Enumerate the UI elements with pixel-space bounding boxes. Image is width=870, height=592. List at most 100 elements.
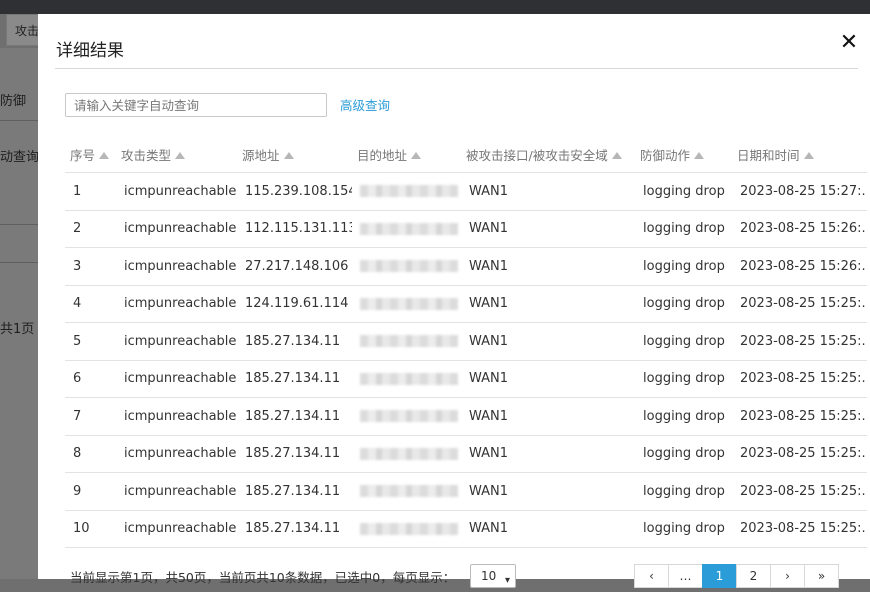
attacked-interface-cell: WAN1 [461, 359, 635, 398]
sort-icon [411, 151, 422, 159]
attacked-interface-cell: WAN1 [461, 322, 635, 360]
row-number-cell: 1 [65, 172, 116, 210]
destination-address-cell [352, 434, 461, 473]
source-address-cell: 27.217.148.106 [237, 247, 352, 285]
column-header[interactable]: 序号 [65, 136, 116, 173]
page-button[interactable]: ‹ [634, 564, 669, 588]
background-label-pages: 共1页 [0, 322, 35, 337]
defense-action-cell: logging drop [635, 434, 732, 473]
source-address-cell: 185.27.134.11 [237, 359, 352, 398]
date-time-cell: 2023-08-25 15:25:... [732, 359, 867, 398]
redacted-address [360, 410, 458, 423]
destination-address-cell [352, 209, 461, 248]
sort-icon [283, 151, 294, 159]
table-row[interactable]: 9 icmpunreachable 185.27.134.11 WAN1 logging… [65, 472, 867, 510]
column-header[interactable]: 防御动作 [635, 136, 732, 173]
page-button[interactable]: › [770, 564, 805, 588]
attack-type-cell: icmpunreachable [116, 209, 237, 248]
source-address-cell: 185.27.134.11 [237, 434, 352, 473]
table-row[interactable]: 10 icmpunreachable 185.27.134.11 WAN1 loggin… [65, 509, 867, 548]
date-time-cell: 2023-08-25 15:25:... [732, 509, 867, 548]
column-header-label: 被攻击接口/被攻击安全域 [466, 147, 608, 163]
source-address-cell: 185.27.134.11 [237, 472, 352, 510]
source-address-cell: 185.27.134.11 [237, 322, 352, 360]
destination-address-cell [352, 359, 461, 398]
page-size-select[interactable]: 10 ▾ [470, 564, 516, 588]
background-panel: 防御 动查询 共1页 [0, 48, 40, 579]
attacked-interface-cell: WAN1 [461, 209, 635, 248]
page-button[interactable]: 2 [736, 564, 771, 588]
background-divider [0, 262, 38, 263]
background-label-defense: 防御 [0, 94, 27, 109]
attacked-interface-cell: WAN1 [461, 434, 635, 473]
background-tab-label: 攻击 [15, 24, 40, 38]
table-row[interactable]: 4 icmpunreachable 124.119.61.114 WAN1 loggin… [65, 284, 867, 323]
attack-type-cell: icmpunreachable [116, 247, 237, 285]
title-divider [55, 68, 858, 69]
source-address-cell: 112.115.131.113 [237, 209, 352, 248]
date-time-cell: 2023-08-25 15:25:... [732, 284, 867, 323]
defense-action-cell: logging drop [635, 359, 732, 398]
source-address-cell: 185.27.134.11 [237, 397, 352, 435]
column-header[interactable]: 日期和时间 [732, 136, 867, 173]
destination-address-cell [352, 172, 461, 210]
page-button[interactable]: » [804, 564, 839, 588]
background-divider [0, 224, 38, 225]
destination-address-cell [352, 397, 461, 435]
column-header-label: 日期和时间 [737, 147, 800, 163]
row-number-cell: 6 [65, 359, 116, 398]
redacted-address [360, 222, 458, 235]
search-input[interactable] [65, 93, 327, 117]
redacted-address [360, 185, 458, 198]
detail-results-modal: 详细结果 ✕ 高级查询 序号 攻击类型 源地址 目的地址 被攻击接口/被攻击安全域 防御动… [38, 14, 870, 588]
redacted-address [360, 260, 458, 273]
column-header[interactable]: 目的地址 [352, 136, 461, 173]
pagination: ‹… 1 2 ›» [634, 564, 839, 588]
table-row[interactable]: 8 icmpunreachable 185.27.134.11 WAN1 logging… [65, 434, 867, 473]
defense-action-cell: logging drop [635, 172, 732, 210]
table-row[interactable]: 5 icmpunreachable 185.27.134.11 WAN1 logging… [65, 322, 867, 360]
defense-action-cell: logging drop [635, 509, 732, 548]
attack-type-cell: icmpunreachable [116, 509, 237, 548]
table-row[interactable]: 6 icmpunreachable 185.27.134.11 WAN1 logging… [65, 359, 867, 398]
page-button[interactable]: … [668, 564, 703, 588]
background-label-query: 动查询 [0, 150, 40, 165]
column-header[interactable]: 被攻击接口/被攻击安全域 [461, 136, 635, 173]
destination-address-cell [352, 472, 461, 510]
attacked-interface-cell: WAN1 [461, 284, 635, 323]
date-time-cell: 2023-08-25 15:26:... [732, 209, 867, 248]
sort-icon [175, 151, 186, 159]
destination-address-cell [352, 322, 461, 360]
redacted-address [360, 522, 458, 535]
row-number-cell: 9 [65, 472, 116, 510]
redacted-address [360, 335, 458, 348]
attacked-interface-cell: WAN1 [461, 172, 635, 210]
table-row[interactable]: 2 icmpunreachable 112.115.131.113 WAN1 loggi… [65, 209, 867, 248]
date-time-cell: 2023-08-25 15:26:... [732, 247, 867, 285]
column-header-label: 攻击类型 [121, 147, 172, 163]
column-header[interactable]: 源地址 [237, 136, 352, 173]
defense-action-cell: logging drop [635, 397, 732, 435]
background-topbar [0, 0, 870, 14]
date-time-cell: 2023-08-25 15:25:... [732, 472, 867, 510]
source-address-cell: 124.119.61.114 [237, 284, 352, 323]
attacked-interface-cell: WAN1 [461, 247, 635, 285]
table-header-row: 序号 攻击类型 源地址 目的地址 被攻击接口/被攻击安全域 防御动作 日期和时间 [65, 136, 867, 173]
attack-type-cell: icmpunreachable [116, 359, 237, 398]
page-button[interactable]: 1 [702, 564, 737, 588]
table-row[interactable]: 7 icmpunreachable 185.27.134.11 WAN1 logging… [65, 397, 867, 435]
source-address-cell: 185.27.134.11 [237, 509, 352, 548]
column-header[interactable]: 攻击类型 [116, 136, 237, 173]
row-number-cell: 2 [65, 209, 116, 248]
close-icon[interactable]: ✕ [838, 32, 860, 54]
advanced-search-link[interactable]: 高级查询 [340, 95, 390, 114]
pagination-summary: 当前显示第1页，共50页，当前页共10条数据，已选中0，每页显示： [70, 570, 456, 585]
table-row[interactable]: 3 icmpunreachable 27.217.148.106 WAN1 loggin… [65, 247, 867, 285]
date-time-cell: 2023-08-25 15:25:... [732, 397, 867, 435]
sort-icon [99, 151, 110, 159]
destination-address-cell [352, 284, 461, 323]
attacked-interface-cell: WAN1 [461, 509, 635, 548]
table-row[interactable]: 1 icmpunreachable 115.239.108.154 WAN1 loggi… [65, 172, 867, 210]
source-address-cell: 115.239.108.154 [237, 172, 352, 210]
column-header-label: 防御动作 [640, 147, 691, 163]
